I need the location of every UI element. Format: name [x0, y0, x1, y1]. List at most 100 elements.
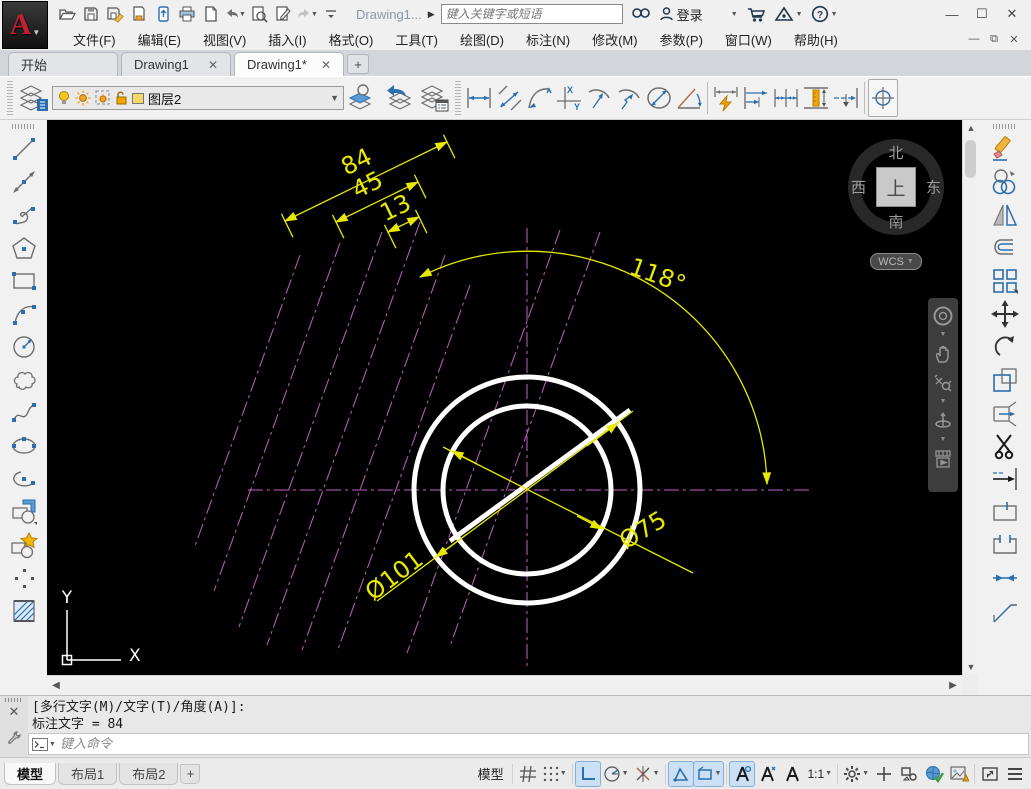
- dimensions[interactable]: [282, 135, 768, 601]
- scale-tool[interactable]: [988, 363, 1022, 396]
- spline-tool[interactable]: [7, 396, 41, 429]
- dyninput-dropdown-icon[interactable]: ▼: [715, 770, 722, 777]
- move-tool[interactable]: [988, 297, 1022, 330]
- circle-tool[interactable]: [7, 330, 41, 363]
- undo-button[interactable]: ▼: [224, 3, 246, 25]
- command-panel-close-icon[interactable]: ✕: [9, 704, 20, 720]
- app-store-button[interactable]: [746, 6, 766, 23]
- rectangle-tool[interactable]: [7, 264, 41, 297]
- command-prompt-icon[interactable]: [32, 738, 48, 751]
- vertical-scrollbar[interactable]: ▲ ▼: [962, 120, 978, 675]
- stretch-tool[interactable]: [988, 396, 1022, 429]
- arc-length-dimension-button[interactable]: [524, 79, 554, 117]
- doc-minimize-button[interactable]: —: [965, 31, 983, 47]
- viewcube-west[interactable]: 西: [851, 177, 866, 198]
- undo-dropdown-icon[interactable]: ▼: [239, 11, 246, 18]
- pan-button[interactable]: [931, 342, 955, 366]
- customization-menu-button[interactable]: [1003, 762, 1027, 786]
- hardware-acceleration-button[interactable]: [922, 762, 946, 786]
- diameter-dimension-button[interactable]: [644, 79, 674, 117]
- doc-close-button[interactable]: ✕: [1005, 31, 1023, 47]
- extend-tool[interactable]: [988, 462, 1022, 495]
- navbar-flyout-icon[interactable]: ▼: [940, 438, 947, 442]
- open-button[interactable]: [56, 3, 78, 25]
- object-snap-toggle[interactable]: [669, 762, 693, 786]
- linear-dimension-button[interactable]: [464, 79, 494, 117]
- baseline-dimension-button[interactable]: [741, 79, 771, 117]
- revision-cloud-tool[interactable]: [7, 363, 41, 396]
- command-history[interactable]: [多行文字(M)/文字(T)/角度(A)]: 标注文字 = 84: [28, 696, 1031, 733]
- tab-drawing1[interactable]: Drawing1✕: [121, 52, 231, 76]
- angular-dimension-button[interactable]: [674, 79, 704, 117]
- minimize-button[interactable]: —: [939, 4, 965, 24]
- scale-dropdown-icon[interactable]: ▼: [825, 770, 832, 777]
- otrack-dropdown-icon[interactable]: ▼: [653, 770, 660, 777]
- dimension-break-button[interactable]: [831, 79, 861, 117]
- help-dropdown-icon[interactable]: ▼: [831, 11, 838, 18]
- make-object-layer-current-button[interactable]: [344, 79, 380, 117]
- layout-tab-layout2[interactable]: 布局2: [119, 763, 178, 785]
- navbar-flyout-icon[interactable]: ▼: [940, 400, 947, 404]
- layer-on-icon[interactable]: [57, 90, 71, 106]
- collaborate-button[interactable]: ▼: [774, 6, 803, 23]
- tab-close-icon[interactable]: ✕: [208, 58, 218, 72]
- layer-dropdown[interactable]: 图层2 ▼: [52, 86, 344, 110]
- menu-tools[interactable]: 工具(T): [384, 28, 449, 51]
- help-search-box[interactable]: [441, 4, 623, 24]
- toolbar-grip[interactable]: [993, 124, 1017, 129]
- app-logo-button[interactable]: A ▼: [2, 1, 48, 49]
- command-input[interactable]: [60, 737, 1028, 752]
- line-tool[interactable]: [7, 132, 41, 165]
- clean-screen-button[interactable]: [978, 762, 1002, 786]
- expand-title-icon[interactable]: ▶: [428, 9, 435, 20]
- tab-drawing1-modified[interactable]: Drawing1*✕: [234, 52, 344, 76]
- tab-close-icon[interactable]: ✕: [321, 58, 331, 72]
- tab-start[interactable]: 开始: [8, 52, 118, 76]
- wcs-dropdown-icon[interactable]: ▼: [907, 258, 914, 265]
- dimension-spacing-button[interactable]: [801, 79, 831, 117]
- menu-help[interactable]: 帮助(H): [783, 28, 849, 51]
- copy-tool[interactable]: [988, 165, 1022, 198]
- command-settings-wrench-icon[interactable]: [6, 730, 22, 749]
- collaborate-dropdown-icon[interactable]: ▼: [796, 11, 803, 18]
- construction-line-tool[interactable]: [7, 165, 41, 198]
- vertical-scroll-thumb[interactable]: [965, 140, 976, 178]
- scroll-right-icon[interactable]: ▶: [944, 677, 962, 695]
- ortho-toggle[interactable]: [576, 762, 600, 786]
- insert-block-tool[interactable]: [7, 495, 41, 528]
- menu-modify[interactable]: 修改(M): [581, 28, 649, 51]
- join-tool[interactable]: [988, 561, 1022, 594]
- help-button[interactable]: ?▼: [811, 5, 838, 23]
- hatch-tool[interactable]: [7, 594, 41, 627]
- menu-window[interactable]: 窗口(W): [714, 28, 783, 51]
- horizontal-scrollbar[interactable]: ◀ ▶: [47, 675, 962, 695]
- ellipse-tool[interactable]: [7, 429, 41, 462]
- layer-viewport-freeze-icon[interactable]: [95, 90, 111, 106]
- drawing-canvas[interactable]: 84 45 13 118° Ø101 Ø75 Y: [47, 120, 962, 675]
- viewcube-top-face[interactable]: 上: [876, 167, 916, 207]
- menu-dimension[interactable]: 标注(N): [515, 28, 581, 51]
- search-button[interactable]: [631, 6, 651, 22]
- menu-format[interactable]: 格式(O): [318, 28, 385, 51]
- command-panel-grip[interactable]: [5, 698, 23, 702]
- performance-monitor-button[interactable]: [947, 762, 971, 786]
- new-tab-button[interactable]: +: [347, 54, 369, 74]
- radius-dimension-button[interactable]: [584, 79, 614, 117]
- signin-button[interactable]: 登录: [659, 5, 703, 24]
- ordinate-dimension-button[interactable]: XY: [554, 79, 584, 117]
- crosshair-button[interactable]: [872, 762, 896, 786]
- doc-restore-button[interactable]: ⧉: [985, 31, 1003, 47]
- menu-draw[interactable]: 绘图(D): [449, 28, 515, 51]
- polar-dropdown-icon[interactable]: ▼: [622, 770, 629, 777]
- annotation-visibility-toggle[interactable]: [730, 762, 754, 786]
- array-tool[interactable]: [988, 264, 1022, 297]
- aligned-dimension-button[interactable]: [494, 79, 524, 117]
- menu-insert[interactable]: 插入(I): [257, 28, 317, 51]
- annotation-scale-value[interactable]: 1:1▼: [805, 762, 834, 786]
- layer-panel-button[interactable]: [16, 79, 52, 117]
- tolerance-center-mark-button[interactable]: [868, 79, 898, 117]
- print-button[interactable]: [176, 3, 198, 25]
- orbit-button[interactable]: [931, 409, 955, 433]
- ellipse-arc-tool[interactable]: [7, 462, 41, 495]
- arc-tool[interactable]: [7, 297, 41, 330]
